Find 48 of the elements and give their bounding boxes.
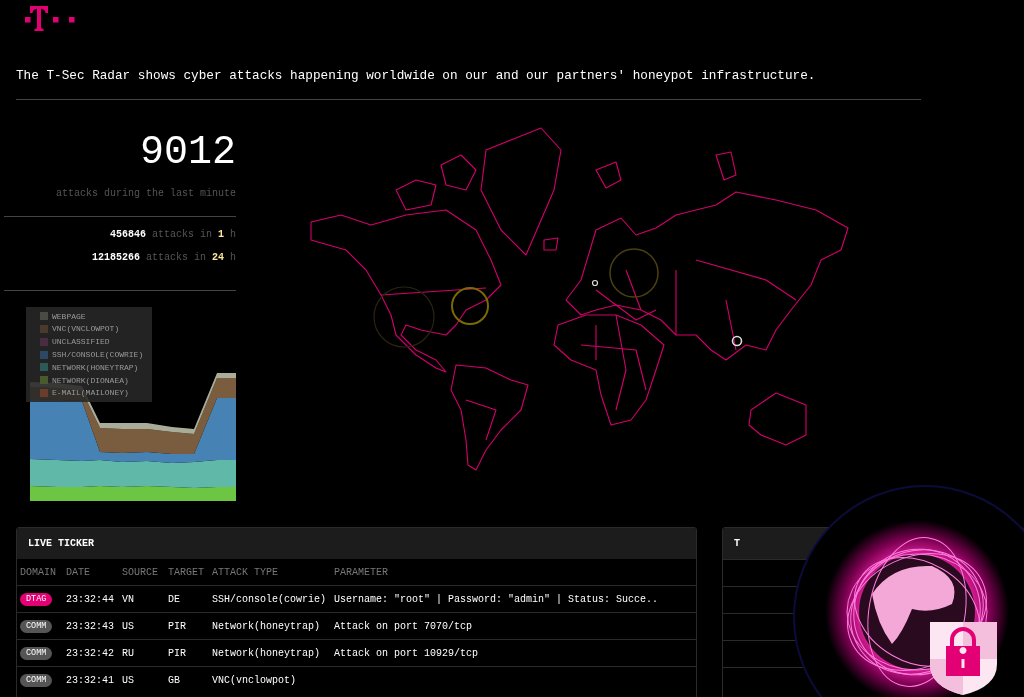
table-cell: Network(honeytrap) bbox=[212, 620, 321, 632]
attack-total: 12185266 attacks in 24 h bbox=[91, 252, 236, 263]
attack-marker bbox=[373, 286, 435, 348]
column-header: TARGET bbox=[165, 559, 209, 586]
table-cell: 23:32:42 bbox=[66, 647, 114, 659]
attack-marker bbox=[451, 287, 489, 325]
panel-title: LIVE TICKER bbox=[17, 528, 696, 559]
attack-marker bbox=[591, 279, 599, 287]
table-cell: VN bbox=[122, 593, 134, 605]
column-header: ATTACK TYPE bbox=[209, 559, 331, 586]
legend-label[interactable]: WEBPAGE bbox=[52, 311, 86, 321]
table-cell: PIR bbox=[168, 647, 186, 659]
table-cell: 23:32:43 bbox=[66, 620, 114, 632]
domain-badge: COMM bbox=[20, 646, 53, 660]
column-header: DOMAIN bbox=[17, 559, 63, 586]
domain-badge: COMM bbox=[20, 673, 53, 687]
table-cell: US bbox=[122, 674, 134, 686]
table-cell: 23:32:44 bbox=[66, 593, 114, 605]
table-cell: Username: "root" | Password: "admin" | Status: Succe.. bbox=[334, 593, 659, 605]
table-cell: RU bbox=[122, 647, 134, 659]
attack-count-caption: attacks during the last minute bbox=[54, 188, 236, 199]
intro-text: The T-Sec Radar shows cyber attacks happening worldwide on our and our partners' honeypot infrastructure. bbox=[16, 68, 817, 83]
table-cell: PIR bbox=[168, 620, 186, 632]
legend-label[interactable]: NETWORK(DIONAEA) bbox=[52, 375, 129, 385]
column-header: SOURCE bbox=[119, 559, 165, 586]
attack-count: 9012 bbox=[139, 130, 236, 176]
table-cell: Network(honeytrap) bbox=[212, 647, 321, 659]
table-cell: VNC(vnclowpot) bbox=[212, 674, 296, 686]
domain-badge: COMM bbox=[20, 619, 53, 633]
table-cell: SSH/console(cowrie) bbox=[212, 593, 327, 605]
table-cell: US bbox=[122, 620, 134, 632]
legend-label[interactable]: E-MAIL(MAILONEY) bbox=[52, 388, 129, 398]
legend-label[interactable]: UNCLASSIFIED bbox=[52, 337, 110, 347]
lock-shield-icon bbox=[930, 622, 997, 695]
table-cell: DE bbox=[168, 593, 180, 605]
legend-label[interactable]: SSH/CONSOLE(COWRIE) bbox=[52, 350, 144, 360]
domain-badge: DTAG bbox=[20, 592, 53, 606]
column-header: DATE bbox=[63, 559, 119, 586]
attack-marker bbox=[731, 335, 743, 347]
legend-label[interactable]: NETWORK(HONEYTRAP) bbox=[52, 362, 139, 372]
attack-marker bbox=[609, 248, 659, 298]
table-cell: 23:32:41 bbox=[66, 674, 114, 686]
table-cell: Attack on port 7070/tcp bbox=[334, 620, 473, 632]
column-header: PARAMETER bbox=[331, 559, 696, 586]
table-cell: GB bbox=[168, 674, 180, 686]
table-cell: Attack on port 10929/tcp bbox=[334, 647, 479, 659]
legend-label[interactable]: VNC(VNCLOWPOT) bbox=[52, 324, 120, 334]
attack-total: 456846 attacks in 1 h bbox=[109, 229, 236, 240]
